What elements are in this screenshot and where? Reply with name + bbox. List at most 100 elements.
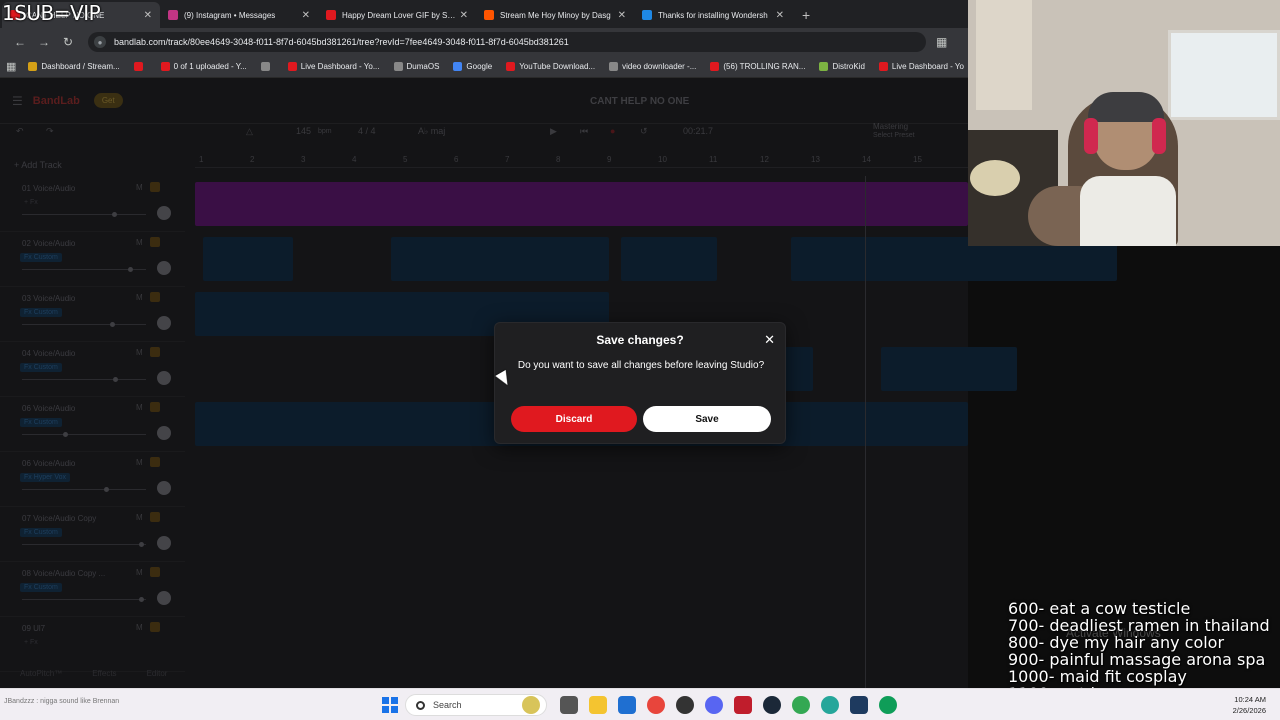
apps-grid-icon[interactable]: ▦ <box>6 60 16 73</box>
mastering-label[interactable]: Mastering <box>873 122 908 131</box>
track-name[interactable]: 08 Voice/Audio Copy ... <box>22 569 105 578</box>
pan-knob[interactable] <box>157 481 171 495</box>
solo-button[interactable] <box>150 567 160 577</box>
app-icon[interactable] <box>821 696 839 714</box>
solo-button[interactable] <box>150 402 160 412</box>
fader-handle[interactable] <box>128 267 133 272</box>
track-name[interactable]: 02 Voice/Audio <box>22 239 75 248</box>
bookmark-item[interactable] <box>260 62 274 71</box>
track-header[interactable]: 01 Voice/Audio + Fx M <box>0 178 185 232</box>
side-panel-icon[interactable]: ▦ <box>936 35 947 49</box>
track-name[interactable]: 07 Voice/Audio Copy <box>22 514 96 523</box>
volume-fader[interactable] <box>22 322 146 327</box>
solo-button[interactable] <box>150 457 160 467</box>
get-button[interactable]: Get <box>93 93 123 108</box>
discord-icon[interactable] <box>705 696 723 714</box>
track-name[interactable]: 01 Voice/Audio <box>22 184 75 193</box>
browser-tab[interactable]: Thanks for installing Wondersh ✕ <box>634 2 792 28</box>
widget-icon[interactable] <box>522 696 540 714</box>
store-icon[interactable] <box>618 696 636 714</box>
metronome-icon[interactable]: △ <box>246 126 253 137</box>
bookmark-item[interactable]: YouTube Download... <box>506 62 595 71</box>
pan-knob[interactable] <box>157 206 171 220</box>
acrobat-icon[interactable] <box>734 696 752 714</box>
obs-icon[interactable] <box>676 696 694 714</box>
solo-button[interactable] <box>150 512 160 522</box>
track-header[interactable]: 04 Voice/Audio Fx Custom M <box>0 343 185 397</box>
close-icon[interactable]: ✕ <box>764 333 775 346</box>
bookmark-item[interactable]: Dashboard / Stream... <box>28 62 120 71</box>
bottom-tab[interactable]: AutoPitch™ <box>20 669 62 678</box>
mute-button[interactable]: M <box>136 183 143 192</box>
audio-clip[interactable] <box>203 237 293 281</box>
pan-knob[interactable] <box>157 591 171 605</box>
track-name[interactable]: 03 Voice/Audio <box>22 294 75 303</box>
solo-button[interactable] <box>150 237 160 247</box>
back-icon[interactable]: ← <box>8 35 32 49</box>
track-header[interactable]: 02 Voice/Audio Fx Custom M <box>0 233 185 287</box>
browser-tab[interactable]: Happy Dream Lover GIF by Sick ✕ <box>318 2 476 28</box>
track-header[interactable]: 03 Voice/Audio Fx Custom M <box>0 288 185 342</box>
mute-button[interactable]: M <box>136 623 143 632</box>
solo-button[interactable] <box>150 347 160 357</box>
track-name[interactable]: 06 Voice/Audio <box>22 459 75 468</box>
pan-knob[interactable] <box>157 371 171 385</box>
key-signature[interactable]: A♭ maj <box>418 126 445 137</box>
loop-icon[interactable]: ↺ <box>640 126 648 137</box>
track-fx-button[interactable]: + Fx <box>20 638 42 647</box>
mute-button[interactable]: M <box>136 568 143 577</box>
volume-fader[interactable] <box>22 487 146 492</box>
audio-clip[interactable] <box>621 237 717 281</box>
bookmark-item[interactable]: DistroKid <box>819 62 865 71</box>
new-tab-button[interactable]: + <box>792 2 820 28</box>
chrome-icon[interactable] <box>647 696 665 714</box>
pan-knob[interactable] <box>157 536 171 550</box>
tab-close-icon[interactable]: ✕ <box>302 10 310 21</box>
fader-handle[interactable] <box>104 487 109 492</box>
track-header[interactable]: 08 Voice/Audio Copy ... Fx Custom M <box>0 563 185 617</box>
bpm-value[interactable]: 145 <box>296 126 311 136</box>
track-name[interactable]: 09 Ul7 <box>22 624 45 633</box>
fader-handle[interactable] <box>63 432 68 437</box>
track-fx-button[interactable]: Fx Custom <box>20 418 62 427</box>
bottom-tab[interactable]: Editor <box>147 669 168 678</box>
volume-fader[interactable] <box>22 597 146 602</box>
bookmark-item[interactable]: (56) TROLLING RAN... <box>710 62 805 71</box>
track-fx-button[interactable]: Fx Custom <box>20 253 62 262</box>
tab-close-icon[interactable]: ✕ <box>618 10 626 21</box>
tab-close-icon[interactable]: ✕ <box>460 10 468 21</box>
bandlab-logo[interactable]: BandLab <box>33 95 80 107</box>
file-explorer-icon[interactable] <box>589 696 607 714</box>
bookmark-item[interactable]: 0 of 1 uploaded - Y... <box>160 62 247 71</box>
mute-button[interactable]: M <box>136 293 143 302</box>
bookmark-item[interactable]: Google <box>453 62 492 71</box>
track-lane[interactable] <box>195 233 1117 283</box>
bookmark-item[interactable]: Live Dashboard - Yo <box>878 62 964 71</box>
fader-handle[interactable] <box>113 377 118 382</box>
pan-knob[interactable] <box>157 261 171 275</box>
app-icon[interactable] <box>850 696 868 714</box>
discard-button[interactable]: Discard <box>511 406 637 432</box>
edge-icon[interactable] <box>879 696 897 714</box>
time-signature[interactable]: 4 / 4 <box>358 126 376 136</box>
windows-start-icon[interactable] <box>382 697 398 713</box>
track-fx-button[interactable]: Fx Custom <box>20 308 62 317</box>
skip-back-icon[interactable]: ⏮ <box>580 126 588 137</box>
url-input[interactable]: ● bandlab.com/track/80ee4649-3048-f011-8… <box>88 32 926 52</box>
system-clock[interactable]: 10:24 AM 2/26/2026 <box>1233 694 1266 716</box>
bottom-tab[interactable]: Effects <box>92 669 116 678</box>
undo-icon[interactable]: ↶ <box>16 126 24 137</box>
mute-button[interactable]: M <box>136 348 143 357</box>
pan-knob[interactable] <box>157 316 171 330</box>
track-fx-button[interactable]: Fx Custom <box>20 528 62 537</box>
track-header[interactable]: 06 Voice/Audio Fx Hyper Vox M <box>0 453 185 507</box>
mute-button[interactable]: M <box>136 238 143 247</box>
track-fx-button[interactable]: + Fx <box>20 198 42 207</box>
reload-icon[interactable]: ↻ <box>56 35 80 49</box>
mute-button[interactable]: M <box>136 513 143 522</box>
browser-tab[interactable]: (9) Instagram • Messages ✕ <box>160 2 318 28</box>
fader-handle[interactable] <box>112 212 117 217</box>
tab-close-icon[interactable]: ✕ <box>144 10 152 21</box>
add-track-button[interactable]: + Add Track <box>14 160 62 170</box>
solo-button[interactable] <box>150 292 160 302</box>
